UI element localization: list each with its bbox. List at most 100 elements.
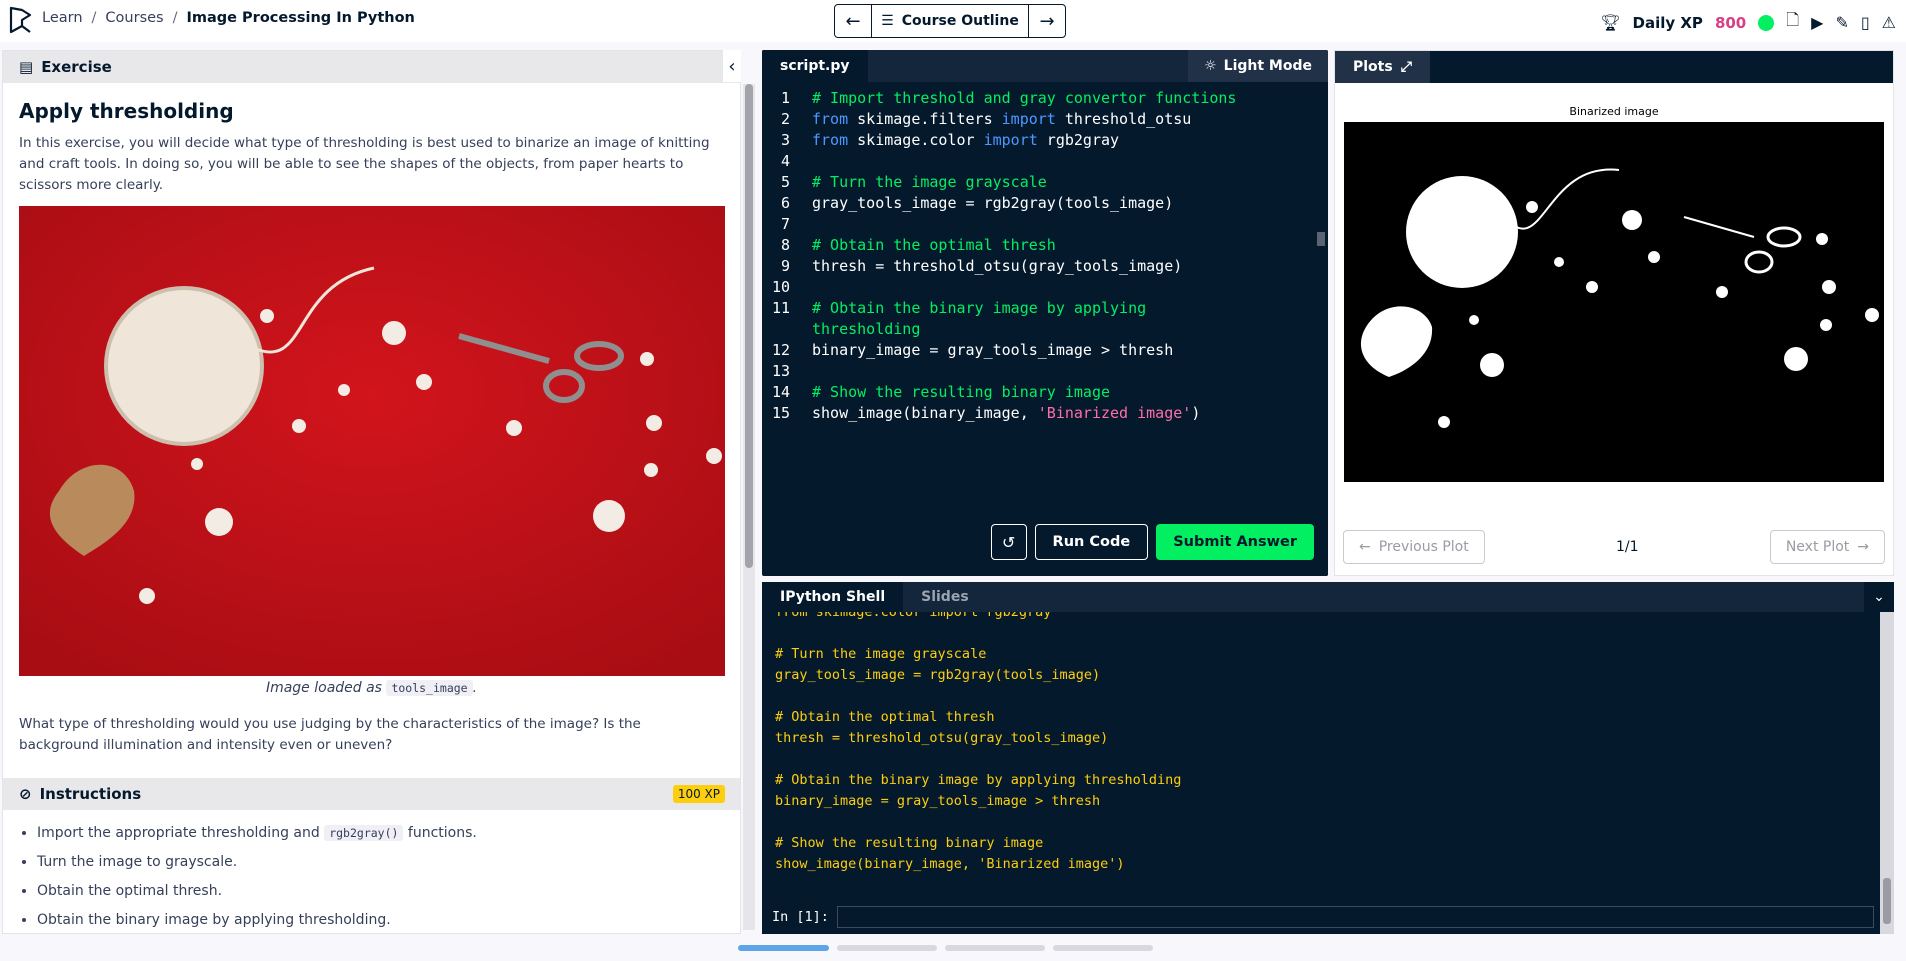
next-plot-button[interactable]: Next Plot →	[1769, 530, 1885, 564]
code-line[interactable]: 12 binary_image = gray_tools_image > thre…	[762, 340, 1328, 361]
code-editor: script.py ☼ Light Mode 1 # Import thresho…	[762, 50, 1328, 576]
code-token: from	[812, 131, 849, 149]
code-text: # Obtain the optimal thresh	[812, 236, 1056, 254]
document-icon[interactable]: 🗋	[1786, 9, 1799, 36]
collapse-panel-button[interactable]: ‹	[723, 50, 741, 82]
code-text: # Turn the image grayscale	[812, 173, 1047, 191]
scrollbar-thumb[interactable]	[745, 84, 753, 568]
shell-output-line: # Show the resulting binary image	[775, 835, 1044, 851]
previous-plot-button[interactable]: ← Previous Plot	[1343, 530, 1485, 564]
reset-icon: ↺	[1001, 532, 1016, 552]
pencil-icon[interactable]: ✎	[1835, 13, 1848, 32]
header-right: 🏆︎ Daily XP 800 🗋 ▶ ✎ ▯ ⚠	[1600, 9, 1896, 36]
code-text: thresholding	[812, 320, 921, 338]
course-navigation: ← ☰ Course Outline →	[834, 4, 1066, 38]
code-token: threshold_otsu	[1055, 110, 1192, 128]
progress-segment[interactable]	[738, 945, 829, 951]
code-line[interactable]: 3 from skimage.color import rgb2gray	[762, 130, 1328, 151]
code-line[interactable]: 6 gray_tools_image = rgb2gray(tools_image…	[762, 193, 1328, 214]
tab-plots[interactable]: Plots ⤢	[1335, 51, 1430, 83]
binarized-image-graphic	[1344, 122, 1884, 482]
prev-exercise-button[interactable]: ←	[835, 5, 871, 37]
code-line[interactable]: 15 show_image(binary_image, 'Binarized im…	[762, 403, 1328, 424]
shell-collapse-button[interactable]: ⌄	[1864, 582, 1894, 612]
shell-output-line: thresh = threshold_otsu(gray_tools_image…	[775, 730, 1109, 746]
instruction-item: Turn the image to grayscale.	[37, 853, 724, 872]
code-text: binary_image = gray_tools_image > thresh	[812, 341, 1174, 359]
shell-scrollbar[interactable]	[1880, 612, 1894, 934]
code-token: import	[1001, 110, 1056, 128]
exercise-panel: ▤ Exercise Apply thresholding In this ex…	[2, 50, 741, 934]
run-code-button[interactable]: Run Code	[1034, 524, 1149, 560]
scrollbar-thumb[interactable]	[1883, 878, 1891, 924]
code-line[interactable]: 1 # Import threshold and gray convertor f…	[762, 88, 1328, 109]
shell-prompt: In [1]:	[772, 904, 1874, 930]
scrollbar-thumb[interactable]	[1317, 232, 1325, 246]
shell-output-line: # Turn the image grayscale	[775, 646, 987, 662]
mobile-icon[interactable]: ▯	[1861, 13, 1870, 32]
code-text: from skimage.filters import threshold_ot…	[812, 109, 1191, 130]
light-mode-label: Light Mode	[1223, 58, 1312, 74]
exercise-icon: ▤	[19, 58, 34, 76]
line-number: 3	[780, 131, 790, 149]
code-line[interactable]: 7	[762, 214, 1328, 235]
submit-answer-button[interactable]: Submit Answer	[1156, 524, 1314, 560]
next-exercise-button[interactable]: →	[1029, 5, 1065, 37]
arrow-left-icon: ←	[845, 10, 861, 32]
expand-icon[interactable]: ⤢	[1401, 59, 1412, 75]
line-number: 1	[780, 89, 790, 107]
code-line[interactable]: 11 # Obtain the binary image by applying	[762, 298, 1328, 319]
left-panel-scrollbar[interactable]	[743, 84, 755, 930]
warning-icon[interactable]: ⚠	[1882, 13, 1896, 32]
line-number: 12	[771, 341, 790, 359]
code-token: 'Binarized image'	[1037, 404, 1192, 422]
code-line[interactable]: 9 thresh = threshold_otsu(gray_tools_imag…	[762, 256, 1328, 277]
instruction-item: Import the appropriate thresholding and …	[37, 824, 724, 843]
shell-output-line: # Obtain the optimal thresh	[775, 709, 995, 725]
shell-output-line: binary_image = gray_tools_image > thresh	[775, 793, 1101, 809]
code-text: # Obtain the binary image by applying	[812, 299, 1147, 317]
code-area[interactable]: 1 # Import threshold and gray convertor f…	[762, 82, 1328, 424]
line-number: 5	[780, 173, 790, 191]
plot-navigation: ← Previous Plot 1/1 Next Plot →	[1343, 529, 1885, 565]
code-line[interactable]: 13	[762, 361, 1328, 382]
progress-segment[interactable]	[1053, 945, 1153, 951]
breadcrumb-courses[interactable]: Courses	[105, 10, 163, 26]
code-line[interactable]: 10	[762, 277, 1328, 298]
instructions-list: Import the appropriate thresholding and …	[3, 810, 740, 930]
code-token: show_image(binary_image,	[812, 404, 1038, 422]
menu-icon: ☰	[881, 13, 894, 29]
code-line[interactable]: 8 # Obtain the optimal thresh	[762, 235, 1328, 256]
code-line[interactable]: 4	[762, 151, 1328, 172]
check-circle-icon: ⊘	[19, 785, 32, 803]
code-line[interactable]: 2 from skimage.filters import threshold_o…	[762, 109, 1328, 130]
course-outline-button[interactable]: ☰ Course Outline	[871, 5, 1029, 37]
editor-scrollbar[interactable]	[1314, 82, 1328, 576]
image-caption: Image loaded as tools_image.	[19, 680, 724, 696]
line-number: 13	[771, 362, 790, 380]
caption-suffix: .	[472, 680, 478, 696]
shell-output: from skimage.color import rgb2gray # Turn…	[762, 602, 1894, 875]
datacamp-logo-icon[interactable]	[8, 6, 34, 36]
line-number: 6	[780, 194, 790, 212]
progress-segment[interactable]	[945, 945, 1045, 951]
line-number: 8	[780, 236, 790, 254]
tab-slides[interactable]: Slides	[903, 582, 987, 612]
video-icon[interactable]: ▶	[1811, 13, 1823, 32]
course-outline-label: Course Outline	[901, 13, 1019, 29]
breadcrumb-learn[interactable]: Learn	[42, 10, 83, 26]
tab-script-py[interactable]: script.py	[762, 50, 868, 82]
code-token: import	[983, 131, 1038, 149]
light-mode-toggle[interactable]: ☼ Light Mode	[1188, 50, 1328, 82]
breadcrumb-course-title[interactable]: Image Processing In Python	[187, 10, 415, 26]
code-line[interactable]: thresholding	[762, 319, 1328, 340]
progress-segment[interactable]	[837, 945, 937, 951]
shell-input[interactable]	[836, 906, 1874, 928]
reset-button[interactable]: ↺	[990, 524, 1027, 560]
tab-ipython-shell[interactable]: IPython Shell	[762, 582, 904, 612]
code-line[interactable]: 14 # Show the resulting binary image	[762, 382, 1328, 403]
code-line[interactable]: 5 # Turn the image grayscale	[762, 172, 1328, 193]
plots-tab-label: Plots	[1353, 59, 1393, 75]
line-number	[762, 319, 812, 340]
daily-xp-value: 800	[1714, 13, 1747, 32]
